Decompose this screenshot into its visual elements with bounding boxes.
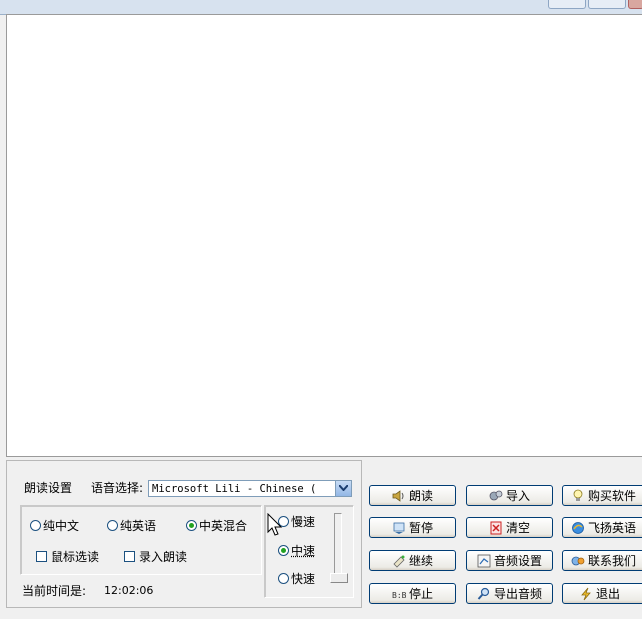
read-button-label: 朗读 xyxy=(408,489,433,503)
voice-select-label: 语音选择: xyxy=(91,481,144,495)
speed-slider-track[interactable] xyxy=(334,513,342,581)
read-button[interactable]: 朗读 xyxy=(369,485,456,506)
continue-button[interactable]: 继续 xyxy=(369,550,456,571)
checkbox-input-read[interactable]: 录入朗读 xyxy=(124,548,187,565)
minimize-button[interactable] xyxy=(548,0,586,9)
magnifier-icon xyxy=(477,587,490,600)
export-audio-button[interactable]: 导出音频 xyxy=(466,583,553,604)
exit-button-label: 退出 xyxy=(596,587,621,601)
clear-icon xyxy=(490,521,502,534)
export-audio-button-label: 导出音频 xyxy=(493,587,542,601)
time-value: 12:02:06 xyxy=(104,584,154,597)
notepad-icon xyxy=(393,555,405,568)
voice-select-value: Microsoft Lili - Chinese ( xyxy=(152,483,317,495)
import-button-label: 导入 xyxy=(505,489,530,503)
title-bar xyxy=(0,0,642,15)
svg-text:B:B:: B:B: xyxy=(392,591,406,600)
close-button[interactable] xyxy=(628,0,642,9)
mode-radio-english[interactable]: 纯英语 xyxy=(107,517,156,534)
checkbox-mouse-read[interactable]: 鼠标选读 xyxy=(36,548,99,565)
text-input-area[interactable] xyxy=(6,14,642,457)
mode-label-chinese: 纯中文 xyxy=(43,519,80,533)
pause-button-label: 暂停 xyxy=(408,521,433,535)
speed-label-fast: 快速 xyxy=(291,572,316,586)
contact-button-label: 联系我们 xyxy=(588,554,637,568)
mode-label-mixed: 中英混合 xyxy=(199,519,248,533)
radio-icon xyxy=(30,520,41,531)
mode-radio-chinese[interactable]: 纯中文 xyxy=(30,517,79,534)
radio-selected-icon xyxy=(186,520,197,531)
audio-settings-button-label: 音频设置 xyxy=(493,554,542,568)
settings-icon xyxy=(477,554,491,567)
speed-radio-slow[interactable]: 慢速 xyxy=(278,513,315,530)
continue-button-label: 继续 xyxy=(408,554,433,568)
feiyang-english-button-label: 飞扬英语 xyxy=(588,521,637,535)
browser-icon xyxy=(572,521,584,534)
exit-button[interactable]: 退出 xyxy=(562,583,642,604)
mode-radio-mixed[interactable]: 中英混合 xyxy=(186,517,247,534)
speaker-icon xyxy=(392,489,404,502)
clear-button-label: 清空 xyxy=(505,521,530,535)
mouse-cursor-icon xyxy=(267,513,283,536)
time-label: 当前时间是: xyxy=(22,584,87,598)
lightning-icon xyxy=(581,587,591,600)
radio-icon xyxy=(107,520,118,531)
stop-icon: B:B: xyxy=(392,591,406,600)
radio-selected-icon xyxy=(278,545,289,556)
speed-radio-fast[interactable]: 快速 xyxy=(278,570,315,587)
pause-icon xyxy=(393,522,405,534)
maximize-button[interactable] xyxy=(588,0,626,9)
stop-button[interactable]: B:B: 停止 xyxy=(369,583,456,604)
mode-label-english: 纯英语 xyxy=(120,519,157,533)
contact-icon xyxy=(571,556,585,565)
pause-button[interactable]: 暂停 xyxy=(369,517,456,538)
speed-slider-thumb[interactable] xyxy=(330,573,348,583)
import-button[interactable]: 导入 xyxy=(466,485,553,506)
speed-radio-medium[interactable]: 中速 xyxy=(278,542,315,559)
clear-button[interactable]: 清空 xyxy=(466,517,553,538)
buy-button-label: 购买软件 xyxy=(588,489,637,503)
checkbox-label-mouse-read: 鼠标选读 xyxy=(51,550,100,564)
audio-settings-button[interactable]: 音频设置 xyxy=(466,550,553,571)
checkbox-icon xyxy=(36,551,47,562)
contact-button[interactable]: 联系我们 xyxy=(562,550,642,571)
speed-label-slow: 慢速 xyxy=(291,515,316,529)
checkbox-icon xyxy=(124,551,135,562)
speed-label-medium: 中速 xyxy=(291,544,316,558)
voice-select[interactable]: Microsoft Lili - Chinese ( xyxy=(148,480,352,497)
chevron-down-icon[interactable] xyxy=(335,481,351,496)
reading-settings-title: 朗读设置 xyxy=(24,481,73,495)
stop-button-label: 停止 xyxy=(408,587,433,601)
lightbulb-icon xyxy=(573,489,583,501)
feiyang-english-button[interactable]: 飞扬英语 xyxy=(562,517,642,538)
buy-button[interactable]: 购买软件 xyxy=(562,485,642,506)
import-icon xyxy=(489,490,503,500)
checkbox-label-input-read: 录入朗读 xyxy=(139,550,188,564)
radio-icon xyxy=(278,573,289,584)
